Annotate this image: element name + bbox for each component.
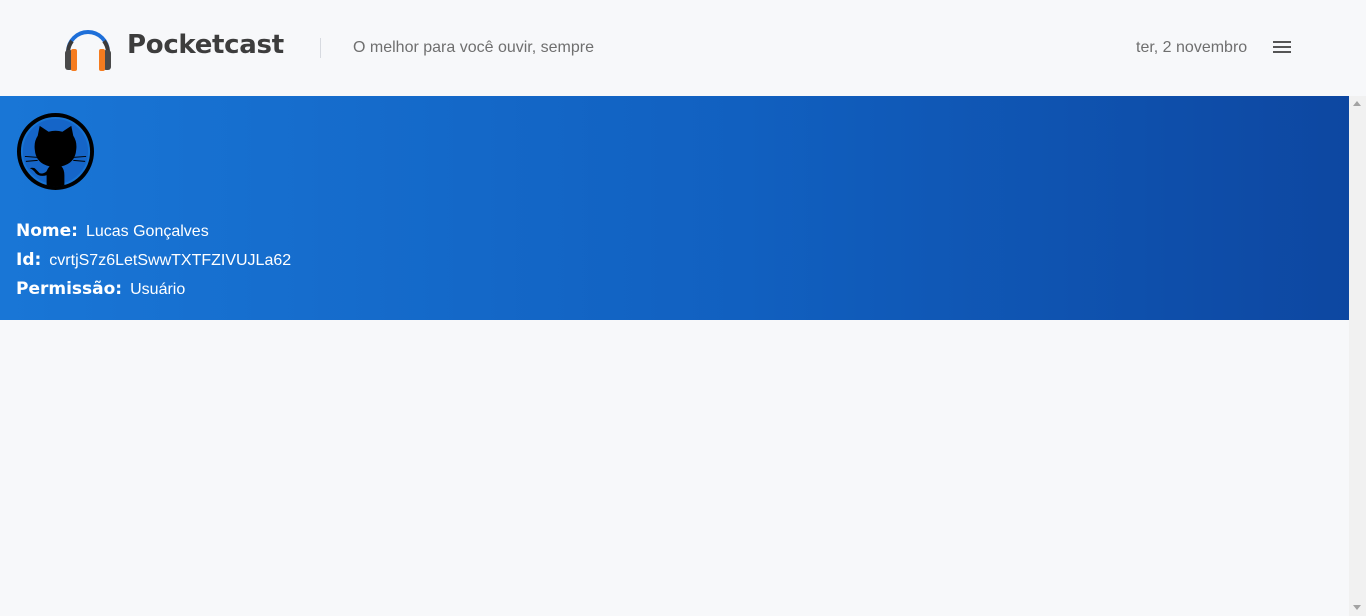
scroll-up-arrow-icon[interactable] [1353, 101, 1361, 106]
hamburger-menu-icon[interactable] [1273, 41, 1291, 55]
name-label: Nome: [16, 221, 78, 241]
permission-label: Permissão: [16, 279, 123, 299]
current-date: ter, 2 novembro [1136, 39, 1248, 56]
name-value: Lucas Gonçalves [85, 223, 209, 240]
profile-id-row: Id: cvrtjS7z6LetSwwTXTFZIVUJLa62 [16, 250, 291, 270]
scroll-down-arrow-icon[interactable] [1353, 605, 1361, 610]
permission-value: Usuário [130, 281, 186, 298]
header-divider [320, 38, 321, 58]
app-header: Pocketcast O melhor para você ouvir, sem… [0, 0, 1366, 96]
id-label: Id: [16, 250, 42, 270]
github-octocat-icon [16, 112, 95, 191]
profile-permission-row: Permissão: Usuário [16, 279, 185, 299]
profile-name-row: Nome: Lucas Gonçalves [16, 221, 209, 241]
vertical-scrollbar[interactable] [1349, 96, 1366, 616]
id-value: cvrtjS7z6LetSwwTXTFZIVUJLa62 [49, 252, 292, 269]
profile-banner: Nome: Lucas Gonçalves Id: cvrtjS7z6LetSwwT… [0, 96, 1349, 320]
tagline: O melhor para você ouvir, sempre [353, 39, 594, 56]
brand-name[interactable]: Pocketcast [127, 30, 284, 60]
headphones-icon[interactable] [62, 22, 114, 74]
